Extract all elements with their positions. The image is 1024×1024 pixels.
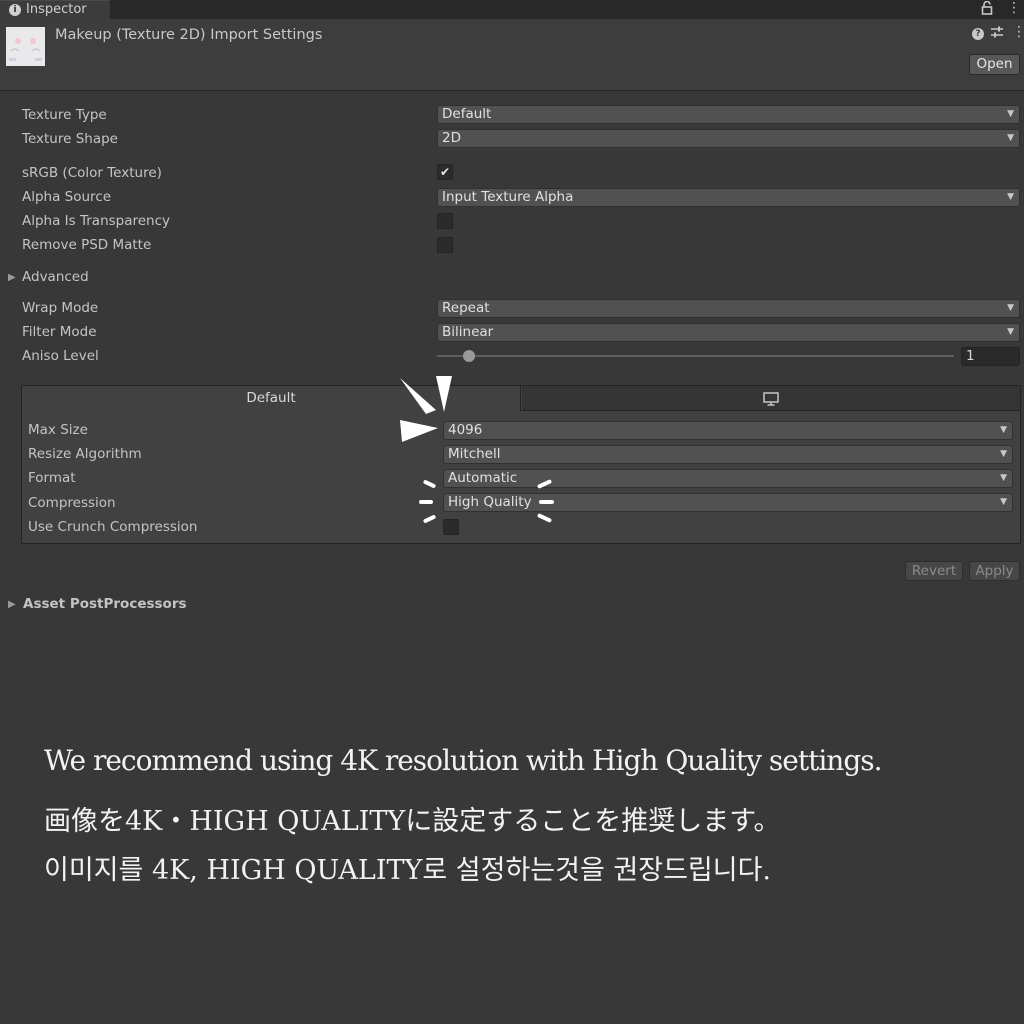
- compression-value: High Quality: [448, 494, 532, 510]
- revert-button[interactable]: Revert: [905, 561, 963, 581]
- caption-english: We recommend using 4K resolution with Hi…: [44, 744, 883, 777]
- resize-algorithm-dropdown[interactable]: Mitchell ▼: [443, 445, 1013, 464]
- texture-type-dropdown[interactable]: Default ▼: [437, 105, 1020, 124]
- chevron-down-icon: ▼: [1007, 192, 1014, 202]
- alpha-is-transparency-checkbox[interactable]: [437, 213, 453, 229]
- asset-postprocessors-label[interactable]: Asset PostProcessors: [23, 596, 187, 612]
- filter-mode-label: Filter Mode: [22, 324, 97, 340]
- format-label: Format: [28, 470, 76, 486]
- resize-algorithm-label: Resize Algorithm: [28, 446, 142, 462]
- chevron-down-icon: ▼: [1007, 303, 1014, 313]
- alpha-source-value: Input Texture Alpha: [442, 189, 574, 205]
- checkmark-icon: ✔: [439, 165, 451, 179]
- sparkle-mark-icon: [539, 500, 554, 504]
- chevron-down-icon: ▼: [1000, 449, 1007, 459]
- advanced-foldout-label[interactable]: Advanced: [22, 269, 89, 285]
- wrap-mode-dropdown[interactable]: Repeat ▼: [437, 299, 1020, 318]
- inspector-tab-label: Inspector: [26, 2, 87, 17]
- aniso-level-label: Aniso Level: [22, 348, 99, 364]
- remove-psd-matte-checkbox[interactable]: [437, 237, 453, 253]
- apply-button[interactable]: Apply: [969, 561, 1020, 581]
- chevron-down-icon: ▼: [1007, 109, 1014, 119]
- aniso-level-input[interactable]: 1: [961, 347, 1020, 366]
- texture-type-label: Texture Type: [22, 107, 107, 123]
- format-value: Automatic: [448, 470, 518, 486]
- srgb-label: sRGB (Color Texture): [22, 165, 162, 181]
- caption-japanese: 画像を4K・HIGH QUALITYに設定することを推奨します。: [44, 806, 781, 837]
- wrap-mode-value: Repeat: [442, 300, 490, 316]
- aniso-slider-handle[interactable]: [463, 350, 476, 362]
- srgb-checkbox[interactable]: ✔: [437, 164, 453, 180]
- texture-type-value: Default: [442, 106, 492, 122]
- max-size-label: Max Size: [28, 422, 88, 438]
- filter-mode-value: Bilinear: [442, 324, 494, 340]
- help-icon[interactable]: ?: [972, 28, 984, 40]
- sparkle-mark-icon: [419, 500, 433, 504]
- chevron-down-icon: ▼: [1007, 327, 1014, 337]
- kebab-menu-icon[interactable]: ⋮: [1012, 24, 1024, 40]
- inspector-tab-bar: [0, 0, 1024, 19]
- remove-psd-matte-label: Remove PSD Matte: [22, 237, 152, 253]
- compression-label: Compression: [28, 495, 116, 511]
- texture-shape-value: 2D: [442, 130, 461, 146]
- chevron-down-icon: ▼: [1000, 497, 1007, 507]
- texture-shape-label: Texture Shape: [22, 131, 118, 147]
- aniso-slider-track[interactable]: [437, 355, 954, 357]
- inspector-tab[interactable]: i Inspector: [0, 0, 110, 20]
- info-icon: i: [9, 4, 21, 16]
- alpha-is-transparency-label: Alpha Is Transparency: [22, 213, 171, 229]
- open-button[interactable]: Open: [969, 54, 1020, 75]
- lock-icon[interactable]: [981, 0, 993, 19]
- alpha-source-dropdown[interactable]: Input Texture Alpha ▼: [437, 188, 1020, 207]
- highlight-burst-icon: [396, 372, 456, 448]
- preset-icon[interactable]: [990, 25, 1004, 43]
- caption-korean: 이미지를 4K, HIGH QUALITY로 설정하는것을 권장드립니다.: [44, 855, 772, 886]
- format-dropdown[interactable]: Automatic ▼: [443, 469, 1013, 488]
- kebab-menu-icon[interactable]: ⋮: [1007, 0, 1021, 16]
- chevron-down-icon: ▼: [1000, 425, 1007, 435]
- texture-thumbnail: [6, 27, 45, 66]
- asset-postprocessors-foldout-icon[interactable]: ▶: [8, 599, 16, 610]
- resize-algorithm-value: Mitchell: [448, 446, 501, 462]
- max-size-dropdown[interactable]: 4096 ▼: [443, 421, 1013, 440]
- crunch-compression-checkbox[interactable]: [443, 519, 459, 535]
- page-title: Makeup (Texture 2D) Import Settings: [55, 27, 323, 43]
- compression-dropdown[interactable]: High Quality ▼: [443, 493, 1013, 512]
- crunch-compression-label: Use Crunch Compression: [28, 519, 198, 535]
- texture-shape-dropdown[interactable]: 2D ▼: [437, 129, 1020, 148]
- advanced-foldout-icon[interactable]: ▶: [8, 272, 16, 283]
- wrap-mode-label: Wrap Mode: [22, 300, 99, 316]
- chevron-down-icon: ▼: [1007, 133, 1014, 143]
- alpha-source-label: Alpha Source: [22, 189, 112, 205]
- chevron-down-icon: ▼: [1000, 473, 1007, 483]
- monitor-icon: [763, 391, 779, 410]
- filter-mode-dropdown[interactable]: Bilinear ▼: [437, 323, 1020, 342]
- tab-standalone[interactable]: [522, 386, 1020, 411]
